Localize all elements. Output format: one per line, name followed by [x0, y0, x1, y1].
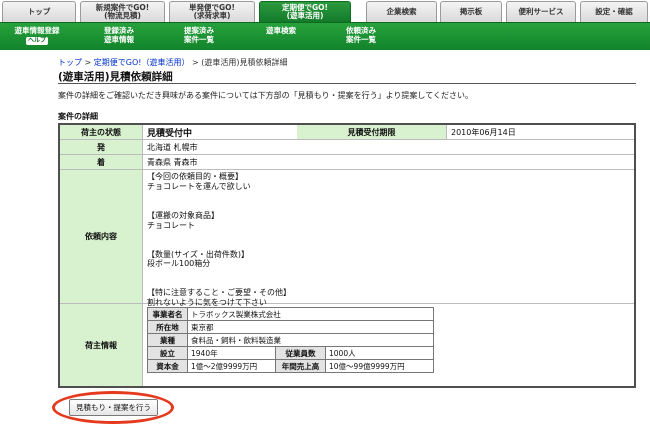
subnav-register-vehicle-label: 遊車情報登録 — [14, 26, 60, 35]
tab-regular-trip[interactable]: 定期便でGO! (遊車活用) — [259, 1, 351, 22]
table-row: 設立 1940年 従業員数 1000人 — [147, 346, 434, 360]
quote-proposal-button[interactable]: 見積もり・提案を行う — [69, 399, 158, 416]
origin-label: 発 — [60, 140, 143, 154]
origin-row: 発 北海道 札幌市 — [60, 140, 634, 155]
top-navigation: トップ 新規案件でGO! (物流見積) 単発便でGO! (求荷求車) 定期便でG… — [0, 0, 650, 22]
shipper-label: 荷主情報 — [60, 304, 143, 386]
breadcrumb-separator: > — [189, 58, 202, 67]
tab-useful-services-label: 便利サービス — [518, 7, 564, 16]
tab-single-trip-line2: (求荷求車) — [193, 11, 231, 20]
table-row: 事業者名 トラボックス製業株式会社 — [147, 307, 434, 321]
sub-navigation: 遊車情報登録 ヘルプ 登録済み 遊車情報 提案済み 案件一覧 遊車検索 依頼済み… — [0, 22, 650, 50]
employees-value: 1000人 — [325, 346, 434, 360]
company-label: 事業者名 — [147, 307, 188, 321]
subnav-proposed-projects-line1: 提案済み — [184, 26, 214, 35]
destination-label: 着 — [60, 155, 143, 169]
request-row: 依頼内容 【今回の依頼目的・概要】 チョコレートを運んで欲しい 【運搬の対象商品… — [60, 170, 634, 308]
title-divider — [58, 83, 636, 84]
tab-single-trip[interactable]: 単発便でGO! (求荷求車) — [169, 1, 255, 22]
breadcrumb-parent-link[interactable]: 定期便でGO!（遊車活用） — [94, 58, 190, 67]
subnav-requested-projects-line1: 依頼済み — [346, 26, 376, 35]
project-detail-table: 荷主の状態 見積受付中 見積受付期限 2010年06月14日 発 北海道 札幌市… — [58, 123, 636, 388]
location-value: 東京都 — [187, 320, 434, 334]
tab-top[interactable]: トップ — [2, 1, 76, 22]
annual-sales-label: 年間売上高 — [275, 359, 326, 373]
destination-value: 青森県 青森市 — [147, 158, 198, 167]
annual-sales-value: 10億～99億9999万円 — [325, 359, 434, 373]
table-row: 業種 食料品・飼料・飲料製造業 — [147, 333, 434, 347]
subnav-vehicle-search[interactable]: 遊車検索 — [254, 26, 308, 35]
status-label: 荷主の状態 — [60, 125, 143, 139]
status-row: 荷主の状態 見積受付中 見積受付期限 2010年06月14日 — [60, 125, 634, 140]
deadline-value: 2010年06月14日 — [451, 128, 516, 137]
breadcrumb: トップ > 定期便でGO!（遊車活用） > (遊車活用)見積依頼詳細 — [58, 57, 288, 68]
tab-settings[interactable]: 設定・確認 — [580, 1, 648, 22]
breadcrumb-home-link[interactable]: トップ — [58, 58, 82, 67]
shipper-info-cell: 事業者名 トラボックス製業株式会社 所在地 東京都 業種 食料品・飼料・飲料製造… — [143, 304, 634, 386]
breadcrumb-separator: > — [82, 58, 94, 67]
deadline-label: 見積受付期限 — [297, 125, 447, 139]
employees-label: 従業員数 — [275, 346, 326, 360]
status-value: 見積受付中 — [147, 129, 193, 139]
shipper-row: 荷主情報 事業者名 トラボックス製業株式会社 所在地 東京都 業種 食料品・飼料… — [60, 304, 634, 386]
help-badge[interactable]: ヘルプ — [25, 37, 48, 45]
tab-settings-label: 設定・確認 — [595, 7, 633, 16]
tab-bulletin-board[interactable]: 掲示板 — [440, 1, 502, 22]
tab-company-search[interactable]: 企業検索 — [366, 1, 437, 22]
tab-company-search-label: 企業検索 — [386, 7, 417, 16]
subnav-requested-projects[interactable]: 依頼済み 案件一覧 — [334, 26, 388, 44]
tab-useful-services[interactable]: 便利サービス — [506, 1, 576, 22]
intro-text: 案件の詳細をご確認いただき興味がある案件については下方部の「見積もり・提案を行う… — [58, 91, 473, 100]
subnav-registered-vehicles-line1: 登録済み — [104, 26, 134, 35]
tab-regular-trip-line2: (遊車活用) — [286, 11, 324, 20]
table-row: 資本金 1億～2億9999万円 年間売上高 10億～99億9999万円 — [147, 359, 434, 373]
founded-label: 設立 — [147, 346, 188, 360]
request-content: 【今回の依頼目的・概要】 チョコレートを運んで欲しい 【運搬の対象商品】 チョコ… — [147, 172, 291, 308]
tab-top-label: トップ — [27, 7, 51, 16]
subnav-proposed-projects[interactable]: 提案済み 案件一覧 — [172, 26, 226, 44]
subnav-registered-vehicles[interactable]: 登録済み 遊車情報 — [92, 26, 146, 44]
page-title: (遊車活用)見積依頼詳細 — [58, 71, 173, 83]
company-value: トラボックス製業株式会社 — [187, 307, 434, 321]
industry-label: 業種 — [147, 333, 188, 347]
breadcrumb-current: (遊車活用)見積依頼詳細 — [201, 58, 288, 67]
capital-label: 資本金 — [147, 359, 188, 373]
capital-value: 1億～2億9999万円 — [187, 359, 276, 373]
location-label: 所在地 — [147, 320, 188, 334]
origin-value: 北海道 札幌市 — [147, 143, 198, 152]
table-row: 所在地 東京都 — [147, 320, 434, 334]
tab-new-project-line2: (物流見積) — [104, 11, 141, 20]
subnav-proposed-projects-line2: 案件一覧 — [184, 35, 214, 44]
subnav-register-vehicle[interactable]: 遊車情報登録 ヘルプ — [4, 26, 70, 45]
industry-value: 食料品・飼料・飲料製造業 — [187, 333, 434, 347]
subnav-registered-vehicles-line2: 遊車情報 — [104, 35, 134, 44]
request-label: 依頼内容 — [60, 170, 143, 303]
founded-value: 1940年 — [187, 346, 276, 360]
tab-new-project[interactable]: 新規案件でGO! (物流見積) — [80, 1, 165, 22]
subnav-vehicle-search-label: 遊車検索 — [266, 26, 296, 35]
shipper-info-table: 事業者名 トラボックス製業株式会社 所在地 東京都 業種 食料品・飼料・飲料製造… — [147, 307, 434, 373]
tab-bulletin-board-label: 掲示板 — [459, 7, 483, 16]
destination-row: 着 青森県 青森市 — [60, 155, 634, 170]
subnav-requested-projects-line2: 案件一覧 — [346, 35, 376, 44]
